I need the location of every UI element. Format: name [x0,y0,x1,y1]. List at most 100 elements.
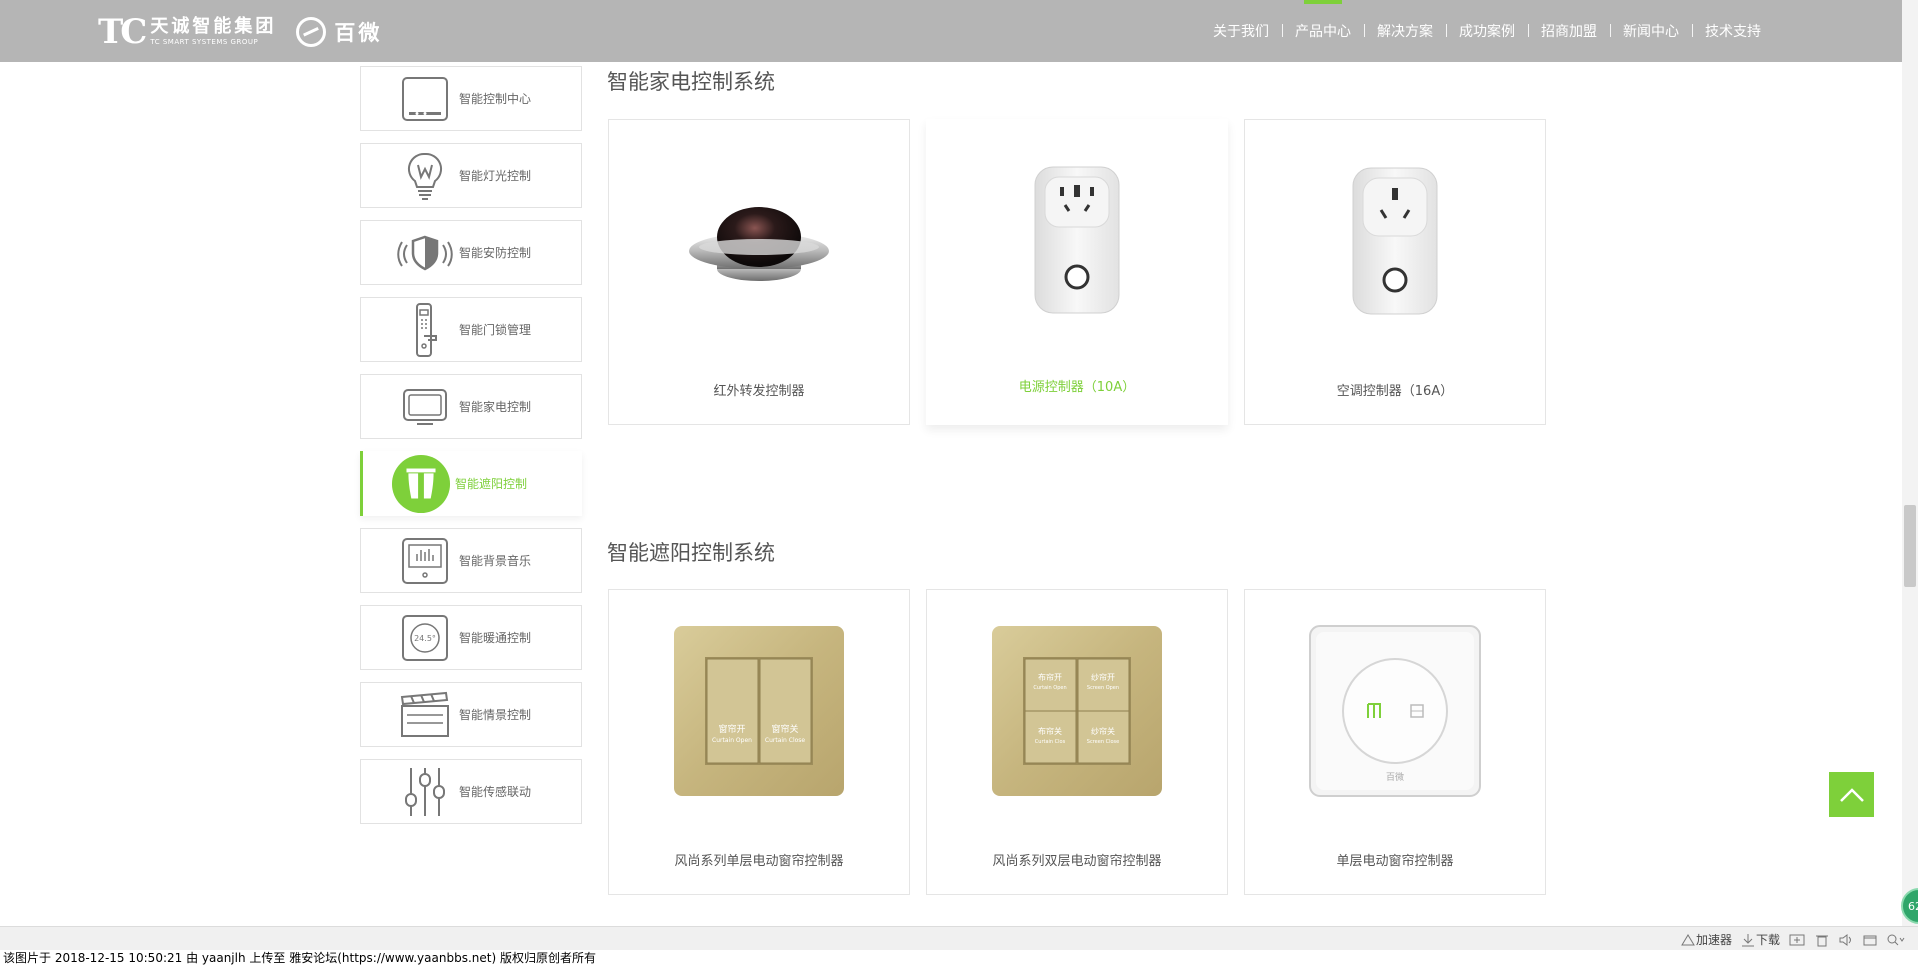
product-card[interactable]: 红外转发控制器 [608,119,910,425]
sidebar-item-label: 智能情景控制 [459,708,532,722]
sidebar-item-hvac[interactable]: 24.5° 智能暖通控制 [360,605,582,670]
screenshot-icon[interactable] [1788,933,1806,947]
nav-solutions[interactable]: 解决方案 [1364,0,1446,62]
accelerator-label[interactable]: 加速器 [1696,931,1732,948]
sidebar-item-label: 智能安防控制 [459,246,532,260]
shield-icon [395,228,455,278]
double-curtain-switch-image: 布帘开 Curtain Open 纱帘开 Screen Open 布帘关 Cur… [927,626,1227,796]
tv-icon [395,382,455,432]
page-scrollbar[interactable] [1902,0,1918,926]
logo-en-name: TC SMART SYSTEMS GROUP [150,38,259,46]
section-title-shading: 智能遮阳控制系统 [607,541,775,565]
site-logo[interactable]: TC 天诚智能集团 TC SMART SYSTEMS GROUP 百微 [98,14,382,50]
nav-label: 解决方案 [1377,24,1433,40]
brand-leaf-icon [296,17,327,47]
download-label[interactable]: 下载 [1756,931,1780,948]
volume-icon[interactable] [1838,933,1854,947]
music-panel-icon [395,536,455,586]
status-bar-tools: 加速器 下载 [1680,931,1906,948]
logo-cn-name: 天诚智能集团 [150,16,277,37]
product-card[interactable]: 窗帘开 Curtain Open 窗帘关 Curtain Close 风尚系列单… [608,589,910,895]
product-card[interactable]: 电源控制器（10A） [926,119,1228,425]
nav-products[interactable]: 产品中心 [1282,0,1364,62]
power-controller-image [926,155,1228,325]
nav-label: 新闻中心 [1623,24,1679,40]
clapperboard-icon [395,690,455,740]
single-curtain-switch-image: 窗帘开 Curtain Open 窗帘关 Curtain Close [609,626,909,796]
nav-franchise[interactable]: 招商加盟 [1528,0,1610,62]
section-title-appliance: 智能家电控制系统 [607,70,775,94]
sidebar-item-shading[interactable]: 智能遮阳控制 [360,451,582,516]
product-title: 红外转发控制器 [713,384,805,399]
sidebar-item-security[interactable]: 智能安防控制 [360,220,582,285]
nav-cases[interactable]: 成功案例 [1446,0,1528,62]
logo-tc-mark: TC [98,12,147,52]
thermostat-value: 24.5° [414,634,436,643]
back-to-top-button[interactable] [1829,772,1874,817]
chevron-up-icon [1839,787,1864,802]
ac-controller-image [1245,156,1545,326]
sidebar-item-label: 智能暖通控制 [459,631,532,645]
panel-label: 布帘关 [1038,726,1062,736]
panel-label: 纱帘开 [1091,672,1115,682]
panel-label: 纱帘关 [1091,726,1115,736]
lightbulb-icon [395,151,455,201]
sidebar-item-scene[interactable]: 智能情景控制 [360,682,582,747]
sidebar-item-label: 智能传感联动 [459,785,532,799]
download-icon [1741,933,1754,946]
sidebar-item-label: 智能灯光控制 [459,169,532,183]
product-title: 风尚系列单层电动窗帘控制器 [674,854,844,869]
nav-label: 招商加盟 [1541,24,1597,40]
panel-label: 窗帘关 [771,723,798,735]
product-card[interactable]: 空调控制器（16A） [1244,119,1546,425]
sensor-sliders-icon [395,767,455,817]
panel-label: Curtain Close [765,737,806,744]
site-header: TC 天诚智能集团 TC SMART SYSTEMS GROUP 百微 关于我们… [0,0,1902,62]
sidebar-item-sensor[interactable]: 智能传感联动 [360,759,582,824]
product-category-sidebar: 智能控制中心 智能灯光控制 智能安防控制 智能门锁管理 智能家电控制 智能遮阳控… [360,66,582,836]
brand-name: 百微 [334,21,383,45]
scrollbar-thumb[interactable] [1904,505,1916,587]
white-curtain-switch-image: 百微 [1245,625,1545,797]
panel-label: Curtain Clos [1035,739,1066,745]
product-card[interactable]: 布帘开 Curtain Open 纱帘开 Screen Open 布帘关 Cur… [926,589,1228,895]
product-card[interactable]: 百微 单层电动窗帘控制器 [1244,589,1546,895]
window-icon[interactable] [1862,933,1878,947]
nav-label: 成功案例 [1459,24,1515,40]
door-lock-icon [395,302,455,357]
sidebar-item-lighting[interactable]: 智能灯光控制 [360,143,582,208]
product-title: 单层电动窗帘控制器 [1336,854,1454,869]
nav-news[interactable]: 新闻中心 [1610,0,1692,62]
control-hub-icon [395,74,455,124]
sidebar-item-music[interactable]: 智能背景音乐 [360,528,582,593]
panel-label: 窗帘开 [718,723,745,735]
product-title: 空调控制器（16A） [1336,384,1454,399]
nav-label: 产品中心 [1295,24,1351,40]
curtain-icon [391,454,451,513]
nav-support[interactable]: 技术支持 [1692,0,1774,62]
nav-about[interactable]: 关于我们 [1200,0,1282,62]
panel-label: 布帘开 [1038,672,1062,682]
trash-icon[interactable] [1814,933,1830,947]
product-title: 电源控制器（10A） [1018,380,1136,395]
panel-label: Curtain Open [1033,685,1066,691]
zoom-icon[interactable] [1886,933,1906,947]
logo-group-name: 天诚智能集团 TC SMART SYSTEMS GROUP [150,17,276,47]
sidebar-item-door-lock[interactable]: 智能门锁管理 [360,297,582,362]
ir-controller-image [609,156,909,326]
panel-label: Curtain Open [712,737,752,744]
thermostat-icon: 24.5° [395,613,455,663]
sidebar-item-control-center[interactable]: 智能控制中心 [360,66,582,131]
accelerator-icon [1681,933,1695,945]
sidebar-item-label: 智能家电控制 [459,400,532,414]
sidebar-item-label: 智能背景音乐 [459,554,532,568]
browser-status-bar: 加速器 下载 [0,926,1918,950]
sidebar-item-label: 智能门锁管理 [459,323,532,337]
upload-watermark-caption: 该图片于 2018-12-15 10:50:21 由 yaanjlh 上传至 雅… [0,950,1918,966]
nav-label: 关于我们 [1213,24,1269,40]
nav-label: 技术支持 [1705,24,1761,40]
main-nav: 关于我们 产品中心 解决方案 成功案例 招商加盟 新闻中心 技术支持 [1200,0,1774,62]
sidebar-item-appliance[interactable]: 智能家电控制 [360,374,582,439]
panel-brand-label: 百微 [1386,771,1404,783]
sidebar-item-label: 智能遮阳控制 [455,477,528,491]
